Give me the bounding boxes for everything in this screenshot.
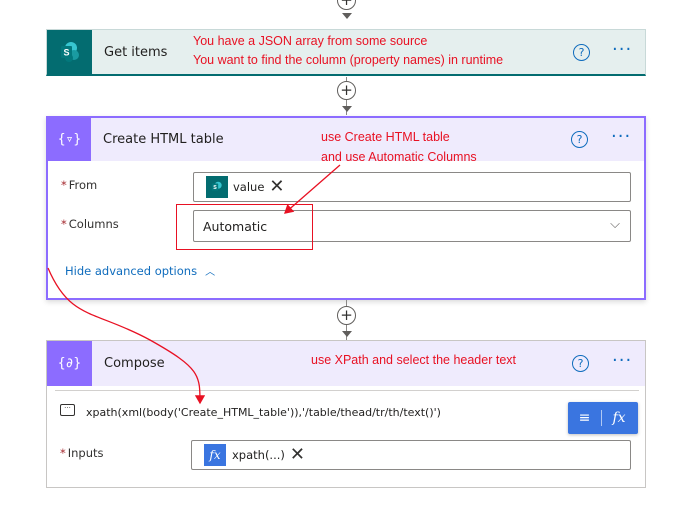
remove-token-icon[interactable]: ✕ [290,446,305,464]
annotation-json-array: You have a JSON array from some source [193,34,428,48]
svg-text:S: S [63,48,69,58]
columns-label: * Columns [61,217,119,231]
chevron-down-icon: ⌵ [610,217,620,232]
connector-arrow [342,331,352,337]
data-operation-icon: {∂} [47,341,92,386]
dynamic-content-buttons: ≡ fx [568,402,638,434]
insert-step-button[interactable]: + [337,81,356,100]
more-options-icon[interactable]: ··· [612,41,632,59]
annotation-find-columns: You want to find the column (property na… [193,53,504,67]
connector-arrow [342,106,352,112]
step-title: Compose [104,356,165,371]
expression-button[interactable]: fx [602,410,636,426]
token-label: value [233,180,265,194]
remove-token-icon[interactable]: ✕ [269,178,284,196]
step-title: Get items [104,45,168,60]
hide-advanced-options-link[interactable]: Hide advanced options ︿ [65,263,216,279]
comment-icon[interactable]: ··· [60,404,75,416]
dynamic-content-icon[interactable]: ≡ [568,410,602,426]
chevron-up-icon: ︿ [205,267,216,278]
more-options-icon[interactable]: ··· [612,352,632,370]
from-label: * From [61,178,98,192]
help-icon[interactable]: ? [573,44,590,61]
annotation-use-xpath: use XPath and select the header text [311,353,516,367]
from-field[interactable]: S value ✕ [193,172,631,202]
annotation-automatic-columns: and use Automatic Columns [321,150,477,164]
expression-text: xpath(xml(body('Create_HTML_table')),'/t… [86,406,441,419]
step-title: Create HTML table [103,132,224,147]
sharepoint-icon: S [206,176,228,198]
insert-step-button[interactable]: + [337,306,356,325]
connector-arrow [342,13,352,19]
inputs-label: * Inputs [60,446,104,460]
more-options-icon[interactable]: ··· [611,128,631,146]
help-icon[interactable]: ? [572,355,589,372]
annotation-create-html-table: use Create HTML table [321,130,450,144]
highlight-box [176,204,313,250]
from-token[interactable]: S value ✕ [206,176,285,198]
inputs-token[interactable]: fx xpath(...) ✕ [204,444,305,466]
inputs-field[interactable]: fx xpath(...) ✕ [191,440,631,470]
token-label: xpath(...) [232,448,285,462]
sharepoint-icon: S [47,29,92,75]
svg-text:S: S [213,185,217,191]
data-operation-icon: {▿} [48,118,91,161]
fx-icon: fx [204,444,226,466]
help-icon[interactable]: ? [571,131,588,148]
divider [55,390,639,391]
insert-step-button[interactable]: + [337,0,356,10]
